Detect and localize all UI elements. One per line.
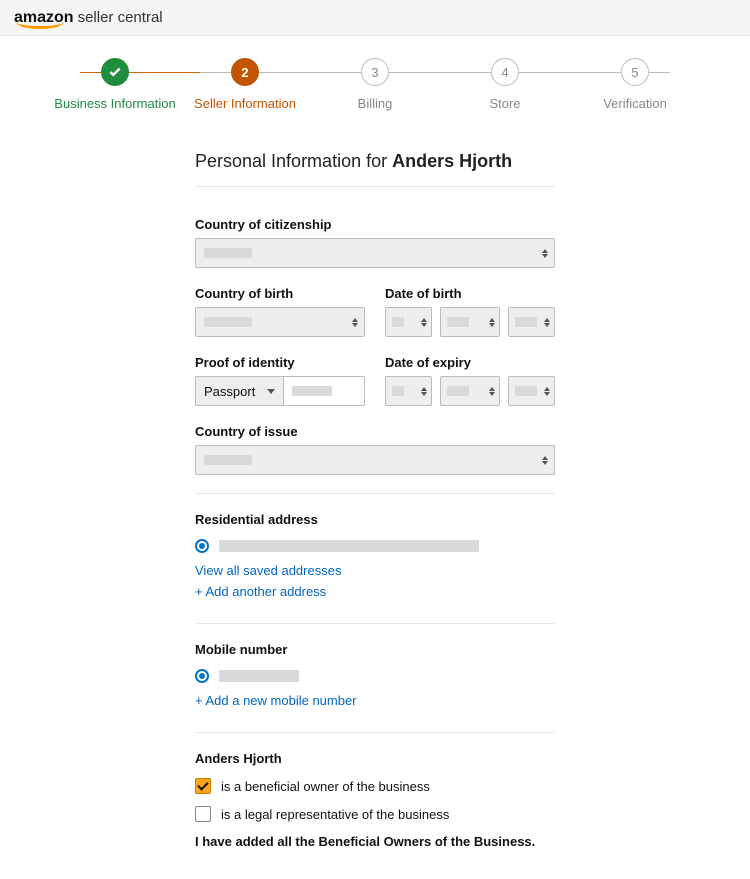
redacted-address: [219, 540, 479, 552]
citizenship-label: Country of citizenship: [195, 217, 555, 232]
issue-country-select[interactable]: [195, 445, 555, 475]
mobile-option[interactable]: [195, 669, 555, 683]
redacted-value: [204, 317, 252, 327]
birth-country-select[interactable]: [195, 307, 365, 337]
beneficial-owner-checkbox-row[interactable]: is a beneficial owner of the business: [195, 778, 555, 794]
legal-rep-label: is a legal representative of the busines…: [221, 807, 449, 822]
amazon-seller-central-logo: amazon seller central: [14, 9, 163, 27]
mobile-section-title: Mobile number: [195, 642, 555, 657]
legal-rep-checkbox-row[interactable]: is a legal representative of the busines…: [195, 806, 555, 822]
logo-seller-central-word: seller central: [78, 9, 163, 26]
step-number: 2: [231, 58, 259, 86]
divider: [195, 732, 555, 733]
step-billing[interactable]: 3 Billing: [310, 58, 440, 111]
add-mobile-link[interactable]: + Add a new mobile number: [195, 693, 357, 708]
redacted-value: [204, 248, 252, 258]
sort-icon: [489, 318, 495, 327]
page-title-prefix: Personal Information for: [195, 151, 392, 171]
expiry-month-select[interactable]: [440, 376, 501, 406]
poi-label: Proof of identity: [195, 355, 365, 370]
dob-day-select[interactable]: [385, 307, 432, 337]
owner-name: Anders Hjorth: [195, 751, 555, 766]
sort-icon: [489, 387, 495, 396]
top-bar: amazon seller central: [0, 0, 750, 36]
step-number: 3: [361, 58, 389, 86]
chevron-down-icon: [267, 389, 275, 394]
logo-amazon-word: amazon: [14, 9, 74, 27]
sort-icon: [421, 318, 427, 327]
redacted-mobile: [219, 670, 299, 682]
step-label: Seller Information: [194, 96, 296, 111]
declaration-text: I have added all the Beneficial Owners o…: [195, 834, 555, 849]
radio-selected-icon: [195, 669, 209, 683]
redacted-value: [204, 455, 252, 465]
page-title: Personal Information for Anders Hjorth: [195, 151, 555, 187]
step-number: 4: [491, 58, 519, 86]
radio-selected-icon: [195, 539, 209, 553]
address-section-title: Residential address: [195, 512, 555, 527]
dob-month-select[interactable]: [440, 307, 501, 337]
step-business-information[interactable]: Business Information: [50, 58, 180, 111]
step-label: Business Information: [54, 96, 175, 111]
poi-type-select[interactable]: Passport: [195, 376, 283, 406]
citizenship-select[interactable]: [195, 238, 555, 268]
divider: [195, 493, 555, 494]
poi-number-input[interactable]: [283, 376, 365, 406]
page-title-name: Anders Hjorth: [392, 151, 512, 171]
sort-icon: [421, 387, 427, 396]
poi-value: Passport: [204, 384, 255, 399]
poi-field: Passport: [195, 376, 365, 406]
wizard-stepper: Business Information 2 Seller Informatio…: [0, 36, 750, 121]
step-label: Store: [489, 96, 520, 111]
add-address-link[interactable]: + Add another address: [195, 584, 326, 599]
birth-country-label: Country of birth: [195, 286, 365, 301]
view-saved-addresses-link[interactable]: View all saved addresses: [195, 563, 341, 578]
redacted-value: [292, 386, 332, 396]
expiry-label: Date of expiry: [385, 355, 555, 370]
issue-country-label: Country of issue: [195, 424, 555, 439]
sort-icon: [542, 456, 548, 465]
sort-icon: [352, 318, 358, 327]
dob-label: Date of birth: [385, 286, 555, 301]
form-container: Personal Information for Anders Hjorth C…: [185, 151, 565, 879]
step-label: Billing: [358, 96, 393, 111]
address-option[interactable]: [195, 539, 555, 553]
beneficial-owner-label: is a beneficial owner of the business: [221, 779, 430, 794]
step-verification[interactable]: 5 Verification: [570, 58, 700, 111]
sort-icon: [544, 387, 550, 396]
checkbox-checked-icon: [195, 778, 211, 794]
divider: [195, 623, 555, 624]
step-number: 5: [621, 58, 649, 86]
step-store[interactable]: 4 Store: [440, 58, 570, 111]
check-icon: [101, 58, 129, 86]
expiry-group: [385, 376, 555, 406]
dob-group: [385, 307, 555, 337]
checkbox-unchecked-icon: [195, 806, 211, 822]
sort-icon: [544, 318, 550, 327]
step-seller-information[interactable]: 2 Seller Information: [180, 58, 310, 111]
expiry-year-select[interactable]: [508, 376, 555, 406]
expiry-day-select[interactable]: [385, 376, 432, 406]
sort-icon: [542, 249, 548, 258]
step-label: Verification: [603, 96, 667, 111]
dob-year-select[interactable]: [508, 307, 555, 337]
